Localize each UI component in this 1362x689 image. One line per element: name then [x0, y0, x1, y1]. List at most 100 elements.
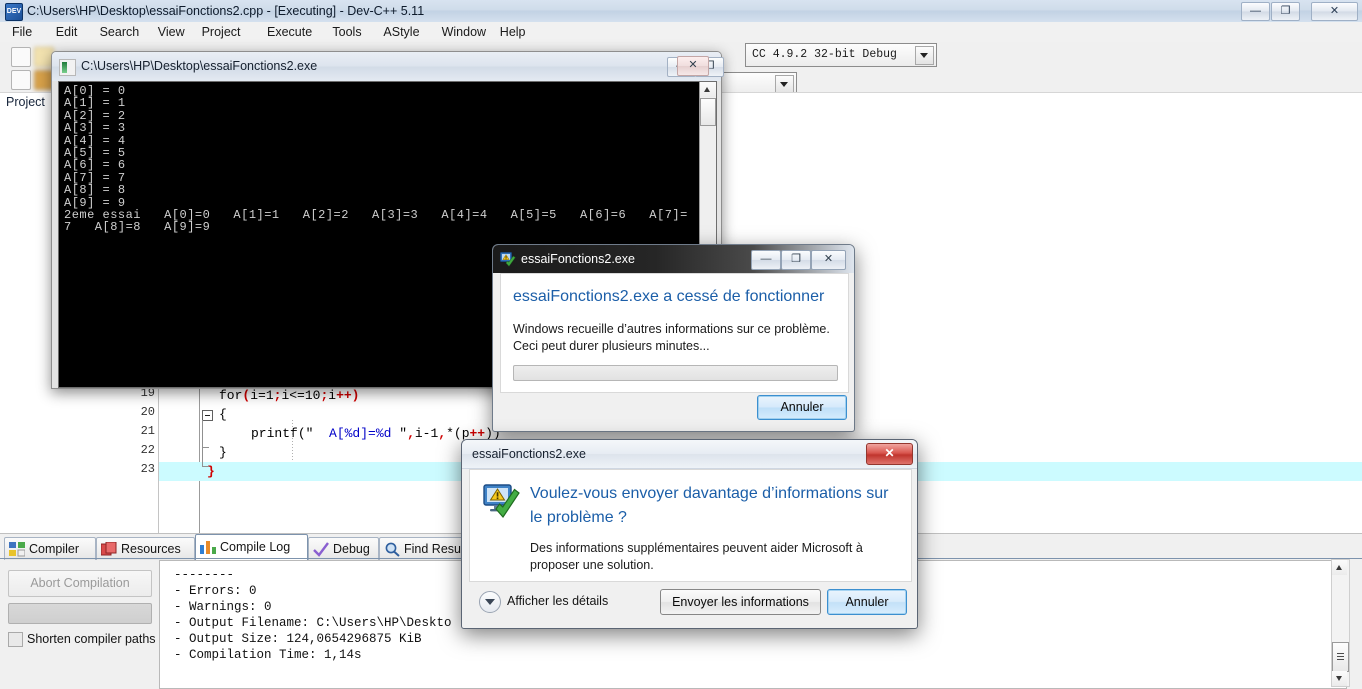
compile-progress-bar	[8, 603, 152, 624]
compile-log-icon	[200, 539, 216, 554]
log-line: - Compilation Time: 1,14s	[174, 648, 362, 662]
chevron-down-circle-icon[interactable]	[479, 591, 501, 613]
menu-item-tools[interactable]: Tools	[325, 22, 368, 42]
toolbar-open-icon[interactable]	[11, 70, 31, 90]
code-token: i-1	[414, 426, 439, 441]
stopped-working-dialog[interactable]: essaiFonctions2.exe — ❐ ✕ essaiFonctions…	[492, 244, 855, 432]
send-info-body: Voulez-vous envoyer davantage d’informat…	[469, 469, 912, 582]
scrollbar-thumb[interactable]	[1332, 642, 1349, 672]
send-info-dialog[interactable]: essaiFonctions2.exe ✕ Voulez-vous envoye…	[461, 439, 918, 629]
dlg1-close-button[interactable]: ✕	[811, 250, 846, 270]
code-token: printf	[251, 426, 298, 441]
code-line[interactable]: }	[207, 462, 215, 481]
tab-compile-log[interactable]: Compile Log	[195, 534, 308, 561]
send-info-footer: Afficher les détails Envoyer les informa…	[469, 581, 910, 621]
code-token: i<=10	[281, 388, 321, 403]
abort-compilation-button[interactable]: Abort Compilation	[8, 570, 152, 597]
monitor-warning-check-icon	[483, 484, 521, 518]
tab-label: Compile Log	[220, 540, 291, 554]
show-details-link[interactable]: Afficher les détails	[507, 592, 608, 610]
send-info-text: Des informations supplémentaires peuvent…	[530, 541, 863, 572]
tab-debug[interactable]: Debug	[308, 537, 379, 560]
resources-icon	[100, 541, 117, 557]
code-token: ++)	[336, 388, 360, 403]
code-line[interactable]: {	[219, 405, 227, 424]
console-title-bar: C:\Users\HP\Desktop\essaiFonctions2.exe …	[52, 52, 724, 81]
fold-guide-line	[202, 420, 203, 466]
scroll-down-icon[interactable]	[1332, 671, 1347, 686]
tab-compiler[interactable]: Compiler	[4, 537, 96, 560]
console-line: A[6] = 6	[64, 158, 126, 173]
console-icon	[59, 59, 76, 76]
toolbar-new-icon[interactable]	[11, 47, 31, 67]
console-scrollbar-thumb[interactable]	[700, 98, 716, 126]
dlg1-maximize-button[interactable]: ❐	[781, 250, 811, 270]
log-line: - Output Size: 124,0654296875 KiB	[174, 632, 422, 646]
console-close-button[interactable]: ✕	[677, 56, 709, 76]
menu-item-search[interactable]: Search	[93, 22, 147, 42]
code-token: i	[328, 388, 337, 403]
menu-item-execute[interactable]: Execute	[260, 22, 319, 42]
menu-item-help[interactable]: Help	[493, 22, 533, 42]
log-line: - Output Filename: C:\Users\HP\Deskto	[174, 616, 452, 630]
send-info-cancel-button[interactable]: Annuler	[827, 589, 907, 615]
devcpp-icon: DEV	[5, 3, 23, 21]
menu-item-astyle[interactable]: AStyle	[376, 22, 426, 42]
tab-resources[interactable]: Resources	[96, 537, 195, 560]
console-line: 7 A[8]=8 A[9]=9	[64, 220, 211, 235]
dlg1-cancel-button[interactable]: Annuler	[757, 395, 847, 420]
debug-check-icon	[313, 542, 329, 557]
compile-log-scrollbar[interactable]	[1331, 559, 1350, 687]
console-line: A[3] = 3	[64, 121, 126, 136]
menu-item-edit[interactable]: Edit	[49, 22, 85, 42]
restore-button[interactable]: ❐	[1271, 2, 1300, 21]
stopped-working-text: Windows recueille d’autres informations …	[513, 322, 830, 353]
line-number: 21	[140, 424, 155, 438]
menu-item-window[interactable]: Window	[435, 22, 493, 42]
tab-label: Resources	[121, 542, 181, 556]
send-info-close-button[interactable]: ✕	[866, 443, 913, 465]
error-report-icon	[500, 251, 516, 267]
line-number: 20	[140, 405, 155, 419]
console-scroll-up-icon[interactable]	[700, 82, 716, 97]
minimize-button[interactable]: —	[1241, 2, 1270, 21]
send-info-title-bar: essaiFonctions2.exe ✕	[462, 440, 917, 469]
menu-item-file[interactable]: File	[5, 22, 39, 42]
send-info-title: essaiFonctions2.exe	[472, 447, 586, 461]
fold-mid-tick	[202, 447, 209, 448]
log-line: --------	[174, 568, 235, 582]
code-token: "	[305, 426, 330, 441]
stopped-working-body: essaiFonctions2.exe a cessé de fonctionn…	[500, 273, 849, 393]
stopped-working-title-bar: essaiFonctions2.exe — ❐ ✕	[493, 245, 854, 273]
stopped-working-footer: Annuler	[500, 392, 847, 424]
compiler-icon	[9, 542, 26, 557]
code-line[interactable]: printf(" A[%d]=%d ",i-1,*(p++))	[219, 424, 501, 443]
code-token: "	[391, 426, 408, 441]
indent-guide	[292, 420, 293, 460]
project-tab-label[interactable]: Project	[6, 93, 45, 111]
compiler-set-combo[interactable]: CC 4.9.2 32-bit Debug	[745, 43, 937, 67]
log-line: - Errors: 0	[174, 584, 257, 598]
compiler-set-value: CC 4.9.2 32-bit Debug	[752, 48, 897, 61]
fold-end-tick	[202, 466, 209, 467]
console-title: C:\Users\HP\Desktop\essaiFonctions2.exe	[81, 59, 318, 73]
code-token: for	[219, 388, 243, 403]
fold-toggle-icon[interactable]	[202, 410, 213, 421]
menu-item-project[interactable]: Project	[195, 22, 248, 42]
code-token: A[%d]=%d	[329, 426, 392, 441]
shorten-compiler-paths-label: Shorten compiler paths	[27, 632, 156, 646]
menu-bar: File Edit Search View Project Execute Tools ASt…	[0, 22, 1362, 43]
dlg1-minimize-button[interactable]: —	[751, 250, 781, 270]
compile-controls: Abort Compilation Shorten compiler paths	[0, 560, 158, 687]
find-results-icon	[384, 542, 400, 557]
send-information-button[interactable]: Envoyer les informations	[660, 589, 821, 615]
code-line[interactable]: }	[219, 443, 227, 462]
scroll-up-icon[interactable]	[1332, 560, 1347, 575]
send-info-heading: Voulez-vous envoyer davantage d’informat…	[530, 485, 889, 526]
close-button[interactable]: ✕	[1311, 2, 1358, 21]
chevron-down-icon[interactable]	[915, 46, 934, 65]
menu-item-view[interactable]: View	[151, 22, 192, 42]
code-token: ,	[438, 426, 447, 441]
code-token: {	[219, 407, 227, 422]
shorten-compiler-paths-checkbox[interactable]	[8, 632, 23, 647]
